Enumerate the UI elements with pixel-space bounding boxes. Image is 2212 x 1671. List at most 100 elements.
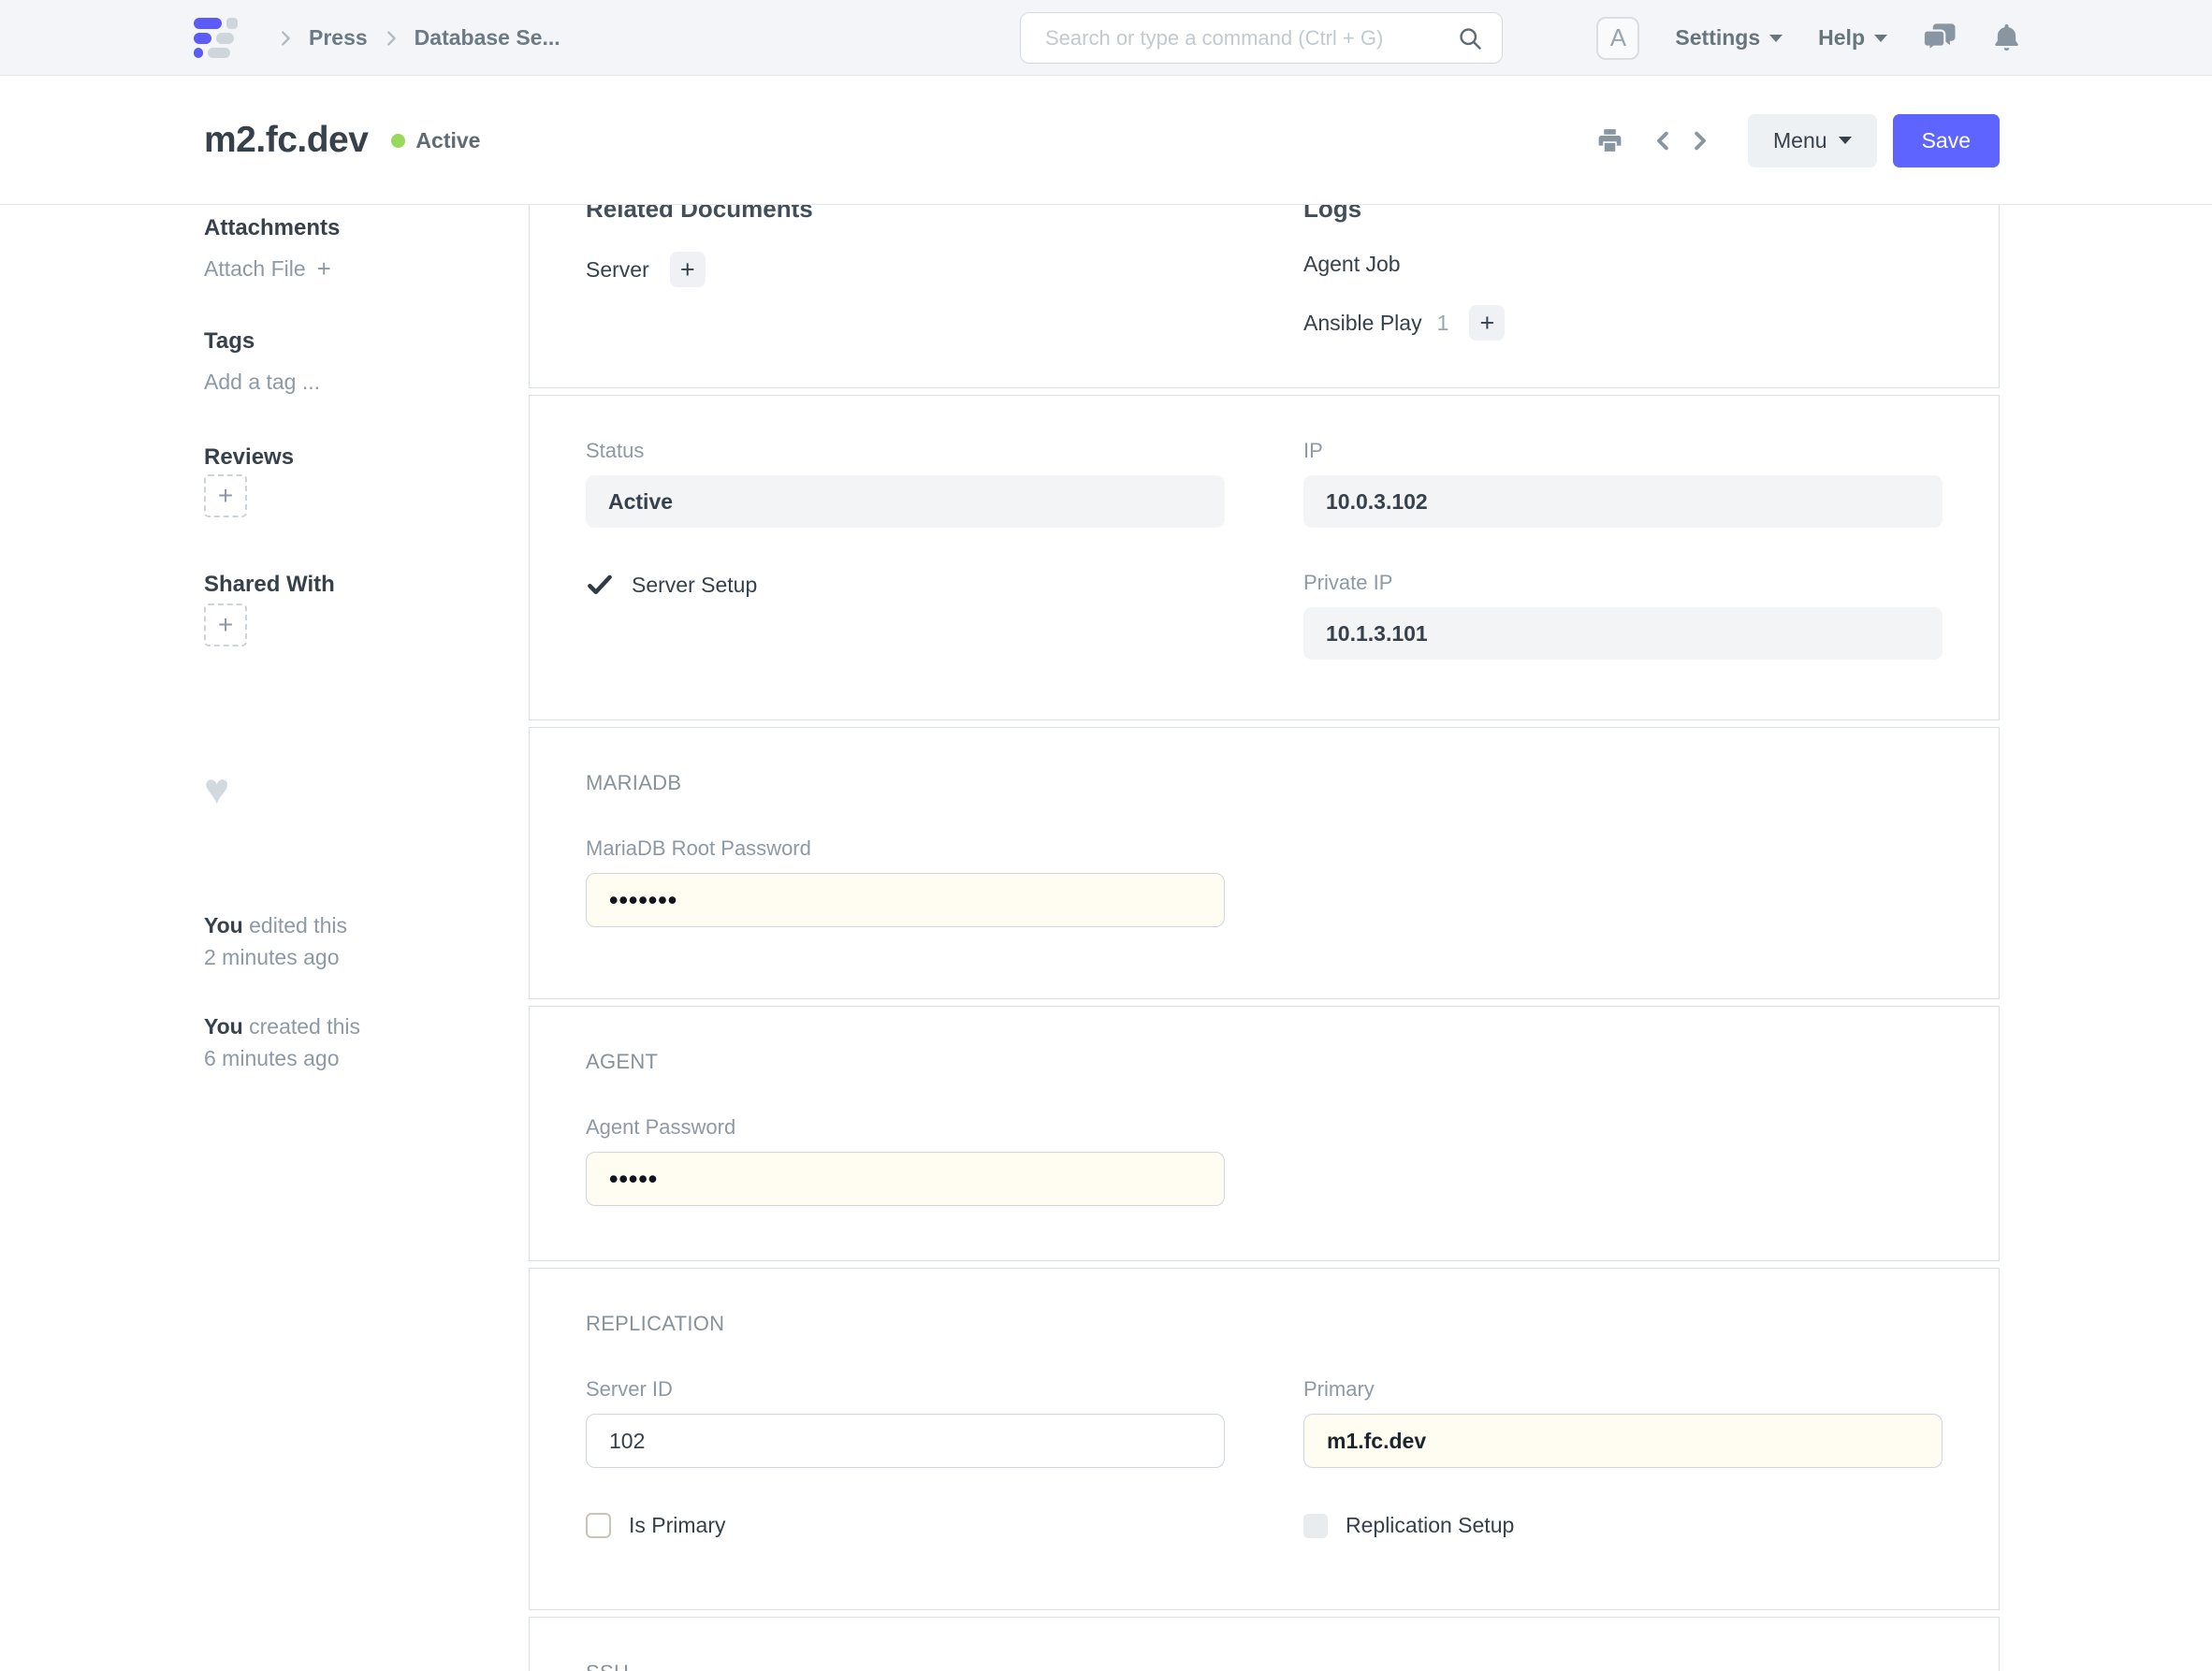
notifications-bell-icon[interactable] [1992,22,2021,53]
plus-icon: + [218,610,233,640]
page-title: m2.fc.dev [204,120,368,161]
logo-shape [216,33,234,44]
private-ip-field-value: 10.1.3.101 [1303,607,1943,660]
edited-activity: You edited this 2 minutes ago [204,909,529,973]
agent-job-link[interactable]: Agent Job [1303,252,1401,277]
plus-icon: + [218,481,233,511]
attach-file-button[interactable]: Attach File + [204,254,529,283]
prev-document-icon[interactable] [1651,128,1676,153]
ansible-play-link[interactable]: Ansible Play [1303,311,1422,336]
related-doc-server-link[interactable]: Server [586,257,649,283]
settings-label: Settings [1675,25,1760,51]
page-head: m2.fc.dev Active Menu Save [0,76,2212,205]
ip-field-label: IP [1303,439,1943,463]
created-action: created this [249,1014,360,1039]
private-ip-field-label: Private IP [1303,571,1943,595]
section-agent: AGENT Agent Password ••••• [529,1006,2000,1261]
breadcrumb-item-doctype[interactable]: Database Se... [415,25,560,51]
chevron-down-icon [1769,35,1783,42]
share-button[interactable]: + [204,603,247,647]
tags-heading: Tags [204,328,529,355]
navbar: Press Database Se... A Settings Help [0,0,2212,76]
plus-icon: + [680,255,695,284]
save-button[interactable]: Save [1893,114,2000,167]
replication-setup-checkbox [1303,1514,1328,1538]
attachments-heading: Attachments [204,215,529,241]
server-setup-checkbox: Server Setup [586,571,1225,599]
help-menu[interactable]: Help [1818,25,1887,51]
app-logo[interactable] [194,18,238,58]
chevron-down-icon [1874,35,1887,42]
chevron-right-icon [381,28,401,49]
avatar[interactable]: A [1596,17,1639,60]
server-id-input[interactable] [586,1414,1225,1468]
log-row-agent-job: Agent Job [1303,252,1943,277]
form-sidebar: Attachments Attach File + Tags Add a tag… [204,205,529,1671]
logs-heading: Logs [1303,205,1943,224]
status-field-label: Status [586,439,1225,463]
section-mariadb: MARIADB MariaDB Root Password ••••••• [529,727,2000,999]
is-primary-checkbox-row: Is Primary [586,1513,1225,1538]
edited-time: 2 minutes ago [204,941,529,973]
primary-label: Primary [1303,1377,1943,1402]
breadcrumb: Press Database Se... [309,25,560,51]
search-icon [1457,25,1483,51]
reviews-heading: Reviews [204,444,529,471]
mariadb-root-password-input[interactable]: ••••••• [586,873,1225,927]
attach-file-label: Attach File [204,256,306,282]
agent-password-label: Agent Password [586,1115,1225,1140]
form-body: Related Documents Server + Logs Agent Jo… [529,205,2000,1671]
ip-field-value: 10.0.3.102 [1303,475,1943,528]
add-tag-input[interactable]: Add a tag ... [204,370,529,395]
replication-section-heading: REPLICATION [586,1312,1943,1336]
log-row-ansible-play: Ansible Play 1 + [1303,305,1943,341]
add-review-button[interactable]: + [204,474,247,517]
created-by: You [204,1014,243,1039]
ansible-play-count: 1 [1437,311,1449,336]
plus-icon: + [317,254,331,283]
agent-password-input[interactable]: ••••• [586,1152,1225,1206]
check-icon [586,571,614,599]
logo-shape [194,18,222,29]
help-label: Help [1818,25,1865,51]
chevron-right-icon [275,28,296,49]
settings-menu[interactable]: Settings [1675,25,1783,51]
agent-section-heading: AGENT [586,1050,1943,1074]
global-search[interactable] [1020,12,1503,64]
menu-button[interactable]: Menu [1748,114,1877,167]
menu-button-label: Menu [1773,128,1827,153]
created-activity: You created this 6 minutes ago [204,1010,529,1074]
status-indicator-label: Active [415,128,480,153]
related-doc-row: Server + [586,252,1225,287]
replication-setup-checkbox-row: Replication Setup [1303,1513,1943,1538]
next-document-icon[interactable] [1687,128,1712,153]
created-time: 6 minutes ago [204,1042,529,1074]
search-input[interactable] [1021,26,1457,51]
logo-shape [194,48,203,58]
chat-icon[interactable] [1923,22,1957,53]
logo-shape [208,48,230,58]
content-area: Attachments Attach File + Tags Add a tag… [0,205,2212,1671]
mariadb-root-password-label: MariaDB Root Password [586,836,1225,861]
like-heart-icon[interactable]: ♥ [204,770,529,807]
is-primary-label: Is Primary [629,1513,726,1538]
app-window: Press Database Se... A Settings Help [0,0,2212,1671]
replication-setup-label: Replication Setup [1346,1513,1514,1538]
related-documents-heading: Related Documents [586,205,1225,224]
status-indicator-dot [391,134,405,148]
edited-by: You [204,913,243,937]
print-icon[interactable] [1595,126,1624,154]
server-id-label: Server ID [586,1377,1225,1402]
add-ansible-play-button[interactable]: + [1469,305,1505,341]
section-ssh: SSH [529,1617,2000,1671]
shared-with-heading: Shared With [204,572,529,598]
primary-input[interactable]: m1.fc.dev [1303,1414,1943,1468]
server-setup-label: Server Setup [632,573,757,598]
section-replication: REPLICATION Server ID Is Primary [529,1268,2000,1610]
is-primary-checkbox[interactable] [586,1513,611,1538]
edited-action: edited this [249,913,347,937]
add-server-button[interactable]: + [670,252,706,287]
plus-icon: + [1479,309,1494,338]
section-dashboard: Related Documents Server + Logs Agent Jo… [529,205,2000,388]
breadcrumb-item-press[interactable]: Press [309,25,368,51]
